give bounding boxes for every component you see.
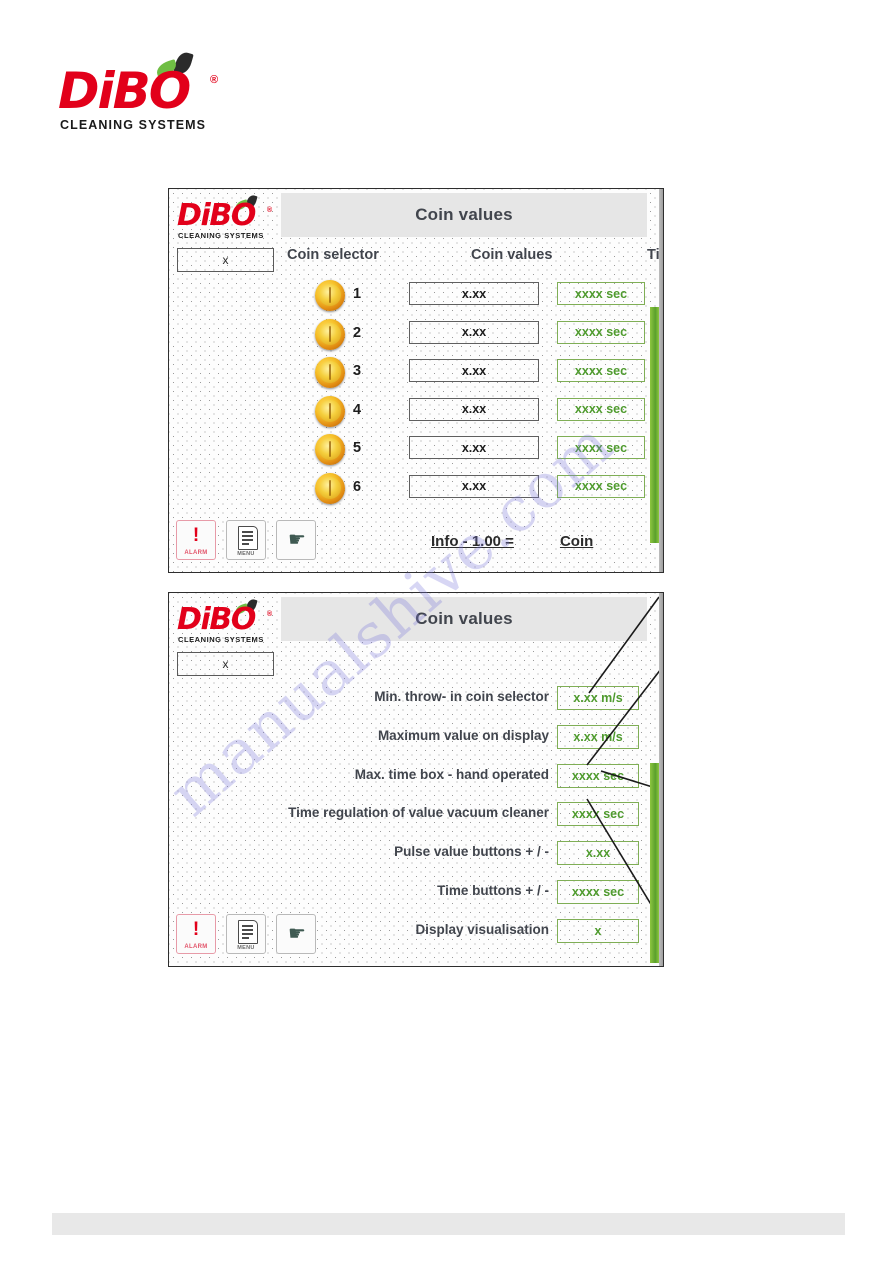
pointer-button[interactable]: ☛: [276, 914, 316, 954]
pointer-button[interactable]: ☛: [276, 520, 316, 560]
coin-index-label: 2: [353, 324, 362, 341]
coin-value-field[interactable]: x.xx: [409, 282, 539, 305]
pointing-hand-icon: ☛: [288, 923, 306, 945]
menu-button-label: MENU: [237, 945, 255, 951]
coin-rows-list: 1 x.xx xxxx sec 2 x.xx xxxx sec 3 x.xx x…: [169, 277, 663, 508]
column-header-time: Time: [647, 247, 663, 263]
column-header-coin-selector: Coin selector: [287, 247, 379, 263]
table-row: 5 x.xx xxxx sec: [169, 431, 663, 470]
coin-time-field[interactable]: xxxx sec: [557, 320, 645, 344]
coin-icon: [315, 357, 345, 388]
panel2-header: Coin values DiBO ® CLEANING SYSTEMS: [169, 593, 663, 647]
panel1-logo-wordmark: DiBO: [177, 198, 256, 233]
logo-wordmark: DiBO: [58, 62, 191, 120]
setting-value-field[interactable]: x: [557, 918, 639, 943]
coin-index-label: 5: [353, 440, 362, 456]
coin-values-screen-panel: Coin values DiBO ® CLEANING SYSTEMS x Co…: [168, 188, 664, 573]
setting-label: Pulse value buttons + / -: [394, 844, 549, 860]
setting-label: Time regulation of value vacuum cleaner: [288, 805, 549, 821]
setting-value-field[interactable]: x.xx m/s: [557, 686, 639, 710]
setting-label: Display visualisation: [415, 921, 549, 937]
table-row: 2 x.xx xxxx sec: [169, 316, 663, 355]
list-item: Time buttons + / - xxxx sec: [169, 875, 663, 914]
table-row: 1 x.xx xxxx sec: [169, 277, 663, 316]
coin-value-field[interactable]: x.xx: [409, 397, 539, 421]
panel2-logo: DiBO ® CLEANING SYSTEMS: [177, 598, 277, 645]
column-header-coin-values: Coin values: [471, 247, 553, 263]
info-rate-label[interactable]: Info - 1.00 =: [431, 533, 514, 550]
setting-label: Time buttons + / -: [437, 882, 549, 898]
registered-mark: ®: [267, 207, 273, 214]
coin-index-label: 1: [353, 286, 362, 302]
setting-label: Min. throw- in coin selector: [374, 689, 549, 704]
panel1-logo: DiBO ® CLEANING SYSTEMS: [177, 194, 277, 241]
registered-mark: ®: [210, 74, 219, 86]
menu-button[interactable]: MENU: [226, 520, 266, 560]
pointing-hand-icon: ☛: [288, 529, 306, 551]
setting-value-field[interactable]: x.xx: [557, 841, 639, 866]
panel1-column-headers: Coin selector Coin values Time: [281, 247, 663, 271]
panel2-toolbar: ! ALARM MENU ☛: [176, 914, 316, 954]
panel2-title: Coin values: [415, 609, 513, 628]
coin-time-field[interactable]: xxxx sec: [557, 359, 645, 382]
document-icon: [238, 526, 258, 550]
exclamation-icon: !: [192, 525, 200, 546]
panel1-logo-tagline: CLEANING SYSTEMS: [178, 231, 264, 240]
coin-value-field[interactable]: x.xx: [409, 320, 539, 344]
coin-index-label: 4: [353, 401, 362, 418]
coin-icon: [315, 318, 345, 350]
alarm-button[interactable]: ! ALARM: [176, 914, 216, 954]
coin-icon: [315, 280, 345, 311]
panel1-title: Coin values: [415, 205, 513, 224]
document-icon: [238, 920, 258, 944]
coin-time-field[interactable]: xxxx sec: [557, 436, 645, 459]
table-row: 6 x.xx xxxx sec: [169, 470, 663, 509]
setting-value-field[interactable]: xxxx sec: [557, 879, 639, 904]
list-item: Time regulation of value vacuum cleaner …: [169, 797, 663, 836]
coin-icon: [315, 472, 345, 504]
coin-value-field[interactable]: x.xx: [409, 359, 539, 382]
coin-time-field[interactable]: xxxx sec: [557, 397, 645, 421]
logo-tagline: CLEANING SYSTEMS: [60, 118, 207, 132]
coin-values-settings-panel: Coin values DiBO ® CLEANING SYSTEMS x Mi…: [168, 592, 664, 967]
list-item: Pulse value buttons + / - x.xx: [169, 836, 663, 875]
list-item: Max. time box - hand operated xxxx sec: [169, 759, 663, 798]
panel2-selector-display[interactable]: x: [177, 652, 274, 676]
panel1-header: Coin values DiBO ® CLEANING SYSTEMS: [169, 189, 663, 243]
footer-band: [52, 1213, 845, 1235]
table-row: 4 x.xx xxxx sec: [169, 393, 663, 432]
coin-index-label: 6: [353, 478, 362, 495]
table-row: 3 x.xx xxxx sec: [169, 354, 663, 393]
coin-index-label: 3: [353, 363, 362, 379]
setting-value-field[interactable]: xxxx sec: [557, 763, 639, 788]
coin-icon: [315, 395, 345, 427]
menu-button[interactable]: MENU: [226, 914, 266, 954]
alarm-button-label: ALARM: [184, 550, 208, 556]
menu-button-label: MENU: [237, 551, 255, 557]
coin-value-field[interactable]: x.xx: [409, 474, 539, 498]
panel1-info-line: Info - 1.00 = Coin: [431, 533, 593, 550]
panel1-toolbar: ! ALARM MENU ☛: [176, 520, 316, 560]
page-logo: DiBO ® CLEANING SYSTEMS: [58, 50, 228, 140]
setting-label: Max. time box - hand operated: [354, 766, 549, 782]
setting-value-field[interactable]: x.xx m/s: [557, 724, 639, 749]
coin-icon: [315, 434, 345, 465]
panel2-logo-tagline: CLEANING SYSTEMS: [178, 635, 264, 644]
coin-value-field[interactable]: x.xx: [409, 436, 539, 459]
coin-time-field[interactable]: xxxx sec: [557, 282, 645, 305]
list-item: Min. throw- in coin selector x.xx m/s: [169, 681, 663, 720]
exclamation-icon: !: [192, 919, 200, 940]
coin-time-field[interactable]: xxxx sec: [557, 474, 645, 498]
panel2-logo-wordmark: DiBO: [177, 602, 256, 637]
registered-mark: ®: [267, 611, 273, 618]
info-coin-label[interactable]: Coin: [560, 533, 593, 550]
settings-rows-list: Min. throw- in coin selector x.xx m/s Ma…: [169, 681, 663, 953]
setting-label: Maximum value on display: [377, 727, 549, 743]
panel1-selector-display[interactable]: x: [177, 248, 274, 272]
list-item: Maximum value on display x.xx m/s: [169, 720, 663, 759]
alarm-button[interactable]: ! ALARM: [176, 520, 216, 560]
alarm-button-label: ALARM: [184, 944, 208, 950]
setting-value-field[interactable]: xxxx sec: [557, 802, 639, 827]
